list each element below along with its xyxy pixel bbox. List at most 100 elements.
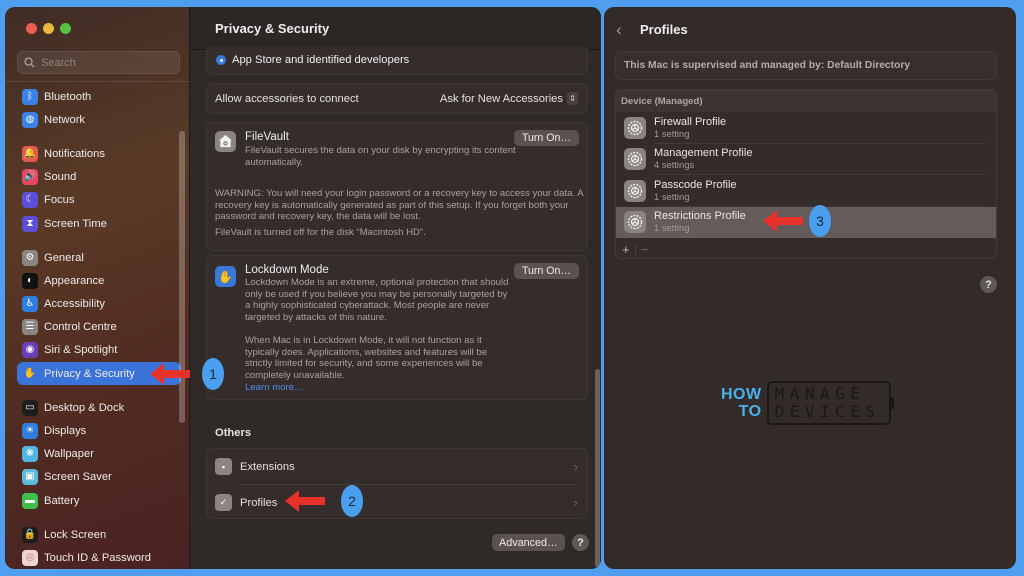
sidebar-item-accessibility[interactable]: ♿ Accessibility	[17, 293, 181, 316]
sidebar-item-network[interactable]: ◍ Network	[17, 108, 181, 131]
sidebar-item-desktop-dock[interactable]: ▭ Desktop & Dock	[17, 396, 181, 419]
updown-chevron-icon: ⇕	[567, 92, 578, 105]
system-settings-window: ᛒ Bluetooth ◍ Network 🔔 Notifications 🔊 Sound ☾ F…	[5, 7, 601, 569]
search-icon	[24, 57, 35, 68]
divider	[5, 81, 189, 82]
profiles-row[interactable]: ✓ Profiles ›	[207, 485, 587, 520]
profile-name: Passcode Profile	[654, 178, 737, 191]
hand-icon: ✋	[23, 367, 37, 379]
profiles-list: Device (Managed) Firewall Profile 1 setti…	[615, 89, 997, 259]
lock-icon: 🔒	[22, 526, 38, 543]
fingerprint-icon: ◎	[22, 549, 38, 566]
sidebar-item-appearance[interactable]: ◐ Appearance	[17, 269, 181, 292]
supervised-notice: This Mac is supervised and managed by: D…	[615, 51, 997, 80]
sidebar-item-label: Control Centre	[44, 321, 117, 334]
sidebar-item-label: Lock Screen	[44, 528, 107, 541]
hourglass-icon: ⧗	[22, 215, 38, 232]
gear-icon: ⚙	[22, 249, 38, 266]
sidebar-item-label: Appearance	[44, 274, 105, 287]
accessories-popup[interactable]: Ask for New Accessories ⇕	[440, 92, 578, 105]
checkmark-badge-icon: ✓	[215, 494, 232, 511]
logo-line-2: TO	[738, 403, 762, 420]
main-scrollbar[interactable]	[595, 369, 600, 567]
filevault-description: FileVault secures the data on your disk …	[245, 145, 516, 168]
sidebar-item-bluetooth[interactable]: ᛒ Bluetooth	[17, 85, 181, 108]
gear-icon	[624, 211, 646, 234]
sidebar-item-battery[interactable]: ▬ Battery	[17, 489, 181, 512]
appearance-icon: ◐	[22, 272, 38, 289]
search-input[interactable]	[41, 56, 171, 69]
profile-row[interactable]: Passcode Profile 1 setting	[616, 175, 996, 207]
section-header: Device (Managed)	[616, 90, 996, 112]
window-controls	[26, 23, 71, 34]
profile-row[interactable]: Restrictions Profile 1 setting	[616, 206, 996, 238]
sidebar-item-general[interactable]: ⚙ General	[17, 246, 181, 269]
minimize-window-button[interactable]	[43, 23, 54, 34]
zoom-window-button[interactable]	[60, 23, 71, 34]
add-profile-button[interactable]: +	[622, 242, 630, 257]
filevault-status: FileVault is turned off for the disk “Ma…	[215, 227, 426, 238]
lockdown-card: ✋ Lockdown Mode Lockdown Mode is an extr…	[206, 255, 588, 400]
dock-icon: ▭	[22, 399, 38, 416]
sidebar-item-screen-time[interactable]: ⧗ Screen Time	[17, 212, 181, 235]
profile-name: Firewall Profile	[654, 115, 727, 128]
close-window-button[interactable]	[26, 23, 37, 34]
learn-more-link[interactable]: Learn more…	[245, 382, 525, 394]
main-header: Privacy & Security	[190, 7, 601, 50]
search-field[interactable]	[17, 51, 180, 74]
annotation-arrow-3	[763, 210, 803, 232]
accessories-card: Allow accessories to connect Ask for New…	[206, 83, 588, 114]
sidebar-item-sound[interactable]: 🔊 Sound	[17, 166, 181, 189]
sidebar-item-lock-screen[interactable]: 🔒 Lock Screen	[17, 523, 181, 546]
filevault-turn-on-button[interactable]: Turn On…	[513, 130, 579, 146]
sidebar-item-label: Accessibility	[44, 298, 105, 311]
radio-selected-icon	[216, 55, 226, 65]
sidebar-item-notifications[interactable]: 🔔 Notifications	[17, 142, 181, 165]
help-button[interactable]: ?	[980, 276, 997, 293]
profile-row[interactable]: Firewall Profile 1 setting	[616, 112, 996, 144]
others-heading: Others	[215, 427, 252, 439]
how-to-manage-devices-logo: HOW TO MANAGE DEVICES	[721, 381, 894, 425]
sidebar-item-label: Network	[44, 113, 86, 126]
extensions-row[interactable]: ▪ Extensions ›	[207, 449, 587, 484]
sidebar-item-control-centre[interactable]: ☰ Control Centre	[17, 316, 181, 339]
lockdown-turn-on-button[interactable]: Turn On…	[513, 263, 579, 279]
filevault-title: FileVault	[245, 131, 289, 143]
lockdown-title: Lockdown Mode	[245, 264, 329, 276]
filevault-card: FileVault FileVault secures the data on …	[206, 122, 588, 251]
sidebar-item-screen-saver[interactable]: ▣ Screen Saver	[17, 466, 181, 489]
screen-saver-icon: ▣	[22, 469, 38, 486]
main-pane: Privacy & Security App Store and identif…	[189, 7, 601, 569]
speaker-icon: 🔊	[22, 169, 38, 186]
radio-app-store-identified[interactable]: App Store and identified developers	[216, 54, 409, 66]
advanced-button[interactable]: Advanced…	[492, 534, 565, 551]
sidebar-item-touch-id-password[interactable]: ◎ Touch ID & Password	[17, 546, 181, 569]
logo-box: MANAGE DEVICES	[766, 381, 894, 425]
profile-name: Management Profile	[654, 147, 753, 160]
profiles-window: ‹ Profiles This Mac is supervised and ma…	[604, 7, 1016, 569]
sidebar-item-wallpaper[interactable]: ❋ Wallpaper	[17, 443, 181, 466]
filevault-icon	[215, 131, 236, 152]
logo-box-line-1: MANAGE	[774, 384, 866, 403]
help-button[interactable]: ?	[572, 534, 589, 551]
sidebar-item-label: Bluetooth	[44, 90, 92, 103]
profile-settings-count: 1 setting	[654, 127, 690, 139]
sidebar-item-focus[interactable]: ☾ Focus	[17, 189, 181, 212]
sidebar-item-siri-spotlight[interactable]: ◉ Siri & Spotlight	[17, 339, 181, 362]
profiles-title: Profiles	[640, 22, 688, 37]
remove-profile-button[interactable]: −	[641, 242, 649, 257]
gear-icon	[624, 179, 646, 202]
extensions-label: Extensions	[240, 460, 295, 473]
sidebar-item-displays[interactable]: ☀ Displays	[17, 419, 181, 442]
profile-row[interactable]: Management Profile 4 settings	[616, 144, 996, 175]
profile-text: Passcode Profile 1 setting	[654, 179, 737, 203]
sidebar-item-label: Battery	[44, 494, 80, 507]
sidebar-item-label: Notifications	[44, 147, 105, 160]
annotation-arrow-1	[150, 363, 190, 385]
back-button[interactable]: ‹	[616, 20, 622, 40]
list-toolbar: + −	[616, 238, 996, 258]
profiles-label: Profiles	[240, 496, 278, 509]
